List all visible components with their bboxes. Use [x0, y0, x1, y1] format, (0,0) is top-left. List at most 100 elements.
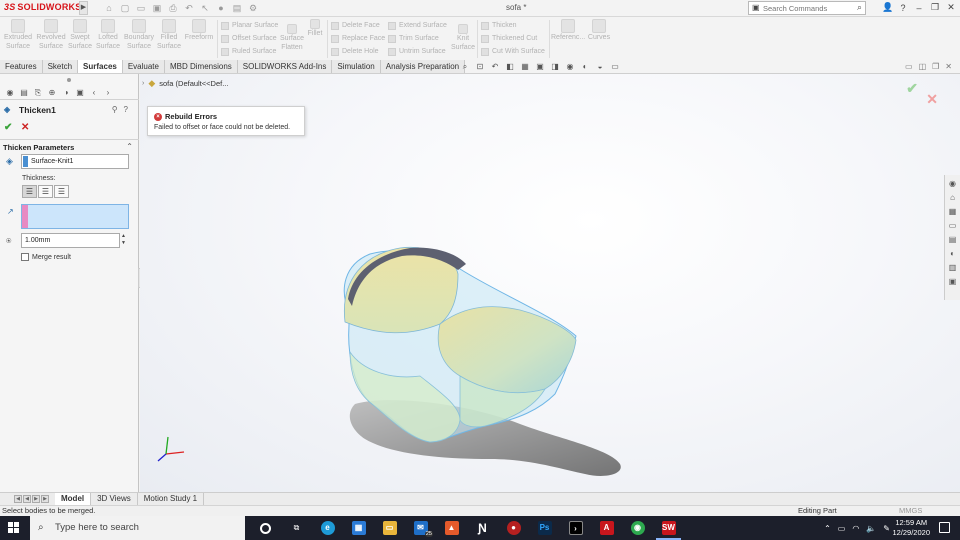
first-tab-arrow-icon[interactable]: ◀	[14, 495, 22, 503]
save-icon[interactable]: ▣	[152, 3, 162, 13]
prev-tab-arrow-icon[interactable]: ◀	[23, 495, 31, 503]
solidworks-taskbar-icon[interactable]: SW	[653, 516, 684, 540]
design-library-icon[interactable]: ⌂	[947, 192, 958, 203]
search-scope-icon[interactable]: ▣	[752, 3, 760, 12]
cortana-icon[interactable]	[250, 516, 281, 540]
close-icon[interactable]: ✕	[946, 2, 956, 13]
solidworks-resources-icon[interactable]: ◉	[947, 178, 958, 189]
ok-checkmark-button[interactable]: ✔	[4, 122, 12, 133]
tab-simulation[interactable]: Simulation	[332, 60, 381, 74]
racing-app-icon[interactable]: ●	[498, 516, 529, 540]
notification-center-icon[interactable]	[939, 522, 950, 533]
extruded-surface-button[interactable]: Extruded Surface	[3, 19, 33, 51]
search-commands-input[interactable]	[749, 2, 847, 14]
tab-motion-study-1[interactable]: Motion Study 1	[138, 493, 205, 505]
viewport-restore-icon[interactable]: ❐	[932, 62, 939, 71]
menu-expand-arrow-icon[interactable]: ▶	[79, 1, 88, 15]
pen-icon[interactable]: ✎	[883, 524, 890, 533]
thicken-button[interactable]: Thicken	[481, 20, 517, 32]
rebuild-icon[interactable]: ●	[216, 3, 226, 13]
options-gear-icon[interactable]: ⚙	[248, 3, 258, 13]
user-icon[interactable]: 👤	[882, 2, 893, 13]
next-tab-arrow-icon[interactable]: ▶	[32, 495, 40, 503]
tab-features[interactable]: Features	[0, 60, 43, 74]
appearances-scenes-icon[interactable]: ◐	[947, 248, 958, 259]
battery-icon[interactable]: ▭	[838, 524, 846, 533]
undo-icon[interactable]: ↶	[184, 3, 194, 13]
forum-icon[interactable]: ▣	[947, 276, 958, 287]
section-view-icon[interactable]: ◧	[505, 62, 515, 72]
tab-prev-arrow-icon[interactable]: ‹	[88, 87, 100, 99]
help-icon[interactable]: ?	[898, 3, 908, 13]
print-icon[interactable]: ⎙	[168, 3, 178, 13]
open-folder-icon[interactable]: ▭	[136, 3, 146, 13]
previous-view-icon[interactable]: ↶	[490, 62, 500, 72]
curves-button[interactable]: Curves	[584, 19, 614, 43]
tray-expand-icon[interactable]: ⌃	[824, 524, 831, 533]
wifi-icon[interactable]: ◠	[852, 524, 859, 533]
view-orientation-icon[interactable]: ▣	[535, 62, 545, 72]
viewport-minimize-icon[interactable]: ▭	[905, 62, 913, 71]
home-icon[interactable]: ⌂	[104, 3, 114, 13]
tab-surfaces[interactable]: Surfaces	[78, 60, 123, 74]
extend-surface-button[interactable]: Extend Surface	[388, 20, 447, 32]
new-document-icon[interactable]: ▢	[120, 3, 130, 13]
thickened-cut-button[interactable]: Thickened Cut	[481, 33, 537, 45]
thickness-input[interactable]: 1.00mm	[21, 233, 120, 248]
apply-scene-icon[interactable]: ◒	[595, 62, 605, 72]
task-view-icon[interactable]: ⧉	[281, 516, 312, 540]
faces-to-remove-field[interactable]	[21, 204, 129, 229]
microsoft-store-icon[interactable]: ▦	[343, 516, 374, 540]
trim-surface-button[interactable]: Trim Surface	[388, 33, 439, 45]
file-explorer-icon[interactable]: ▭	[374, 516, 405, 540]
delete-hole-button[interactable]: Delete Hole	[331, 46, 379, 58]
fillet-button[interactable]: Fillet	[302, 19, 328, 39]
edit-appearance-icon[interactable]: ◐	[580, 62, 590, 72]
tab-evaluate[interactable]: Evaluate	[122, 60, 165, 74]
display-style-icon[interactable]: ◨	[550, 62, 560, 72]
file-explorer-icon[interactable]: ▦	[947, 206, 958, 217]
sofa-model[interactable]	[140, 74, 960, 492]
cut-with-surface-button[interactable]: Cut With Surface	[481, 46, 545, 58]
solidworks-logo[interactable]: 3S SOLIDWORKS	[4, 2, 81, 12]
revolved-surface-button[interactable]: Revolved Surface	[36, 19, 66, 51]
merge-result-option[interactable]: Merge result	[21, 253, 71, 261]
thicken-side1-icon[interactable]: ☰	[22, 185, 37, 198]
reference-geometry-button[interactable]: Referenc...	[551, 19, 585, 43]
thicken-both-sides-icon[interactable]: ☰	[38, 185, 53, 198]
tab-3d-views[interactable]: 3D Views	[91, 493, 138, 505]
delete-face-button[interactable]: Delete Face	[331, 20, 380, 32]
feature-manager-tab-icon[interactable]: ◉	[4, 87, 16, 99]
boundary-surface-button[interactable]: Boundary Surface	[122, 19, 156, 51]
view-palette-icon[interactable]: ▭	[947, 220, 958, 231]
hide-show-items-icon[interactable]: ◉	[565, 62, 575, 72]
taskbar-clock[interactable]: 12:59 AM 12/29/2020	[892, 518, 930, 538]
graphics-area[interactable]: › ◆ sofa (Default<<Def... × Rebuild Erro…	[140, 74, 960, 492]
volume-icon[interactable]: 🔈	[866, 524, 876, 533]
collapse-caret-icon[interactable]: ⌃	[126, 142, 133, 151]
zoom-to-fit-icon[interactable]: ⌕	[460, 62, 470, 72]
search-commands-box[interactable]: ▣ ⌕	[748, 1, 866, 15]
tab-model[interactable]: Model	[55, 493, 92, 505]
freeform-button[interactable]: Freeform	[184, 19, 214, 43]
mail-icon[interactable]: ✉ 25	[405, 516, 436, 540]
onshape-app-icon[interactable]: Ɲ	[467, 516, 498, 540]
tab-solidworks-add-ins[interactable]: SOLIDWORKS Add-Ins	[237, 60, 333, 74]
search-icon[interactable]: ⌕	[857, 2, 862, 13]
tab-next-arrow-icon[interactable]: ›	[102, 87, 114, 99]
tab-mbd-dimensions[interactable]: MBD Dimensions	[164, 60, 238, 74]
unit-system-button[interactable]: MMGS	[899, 506, 922, 516]
taskbar-search-box[interactable]: ⌕ Type here to search	[30, 516, 245, 540]
knit-surface-button[interactable]: Knit Surface	[450, 24, 476, 52]
thicken-side2-icon[interactable]: ☰	[54, 185, 69, 198]
surface-selection-field[interactable]: Surface-Knit1	[21, 154, 129, 169]
replace-face-button[interactable]: Replace Face	[331, 33, 385, 45]
thickness-spinner[interactable]: ▲ ▼	[120, 233, 127, 248]
chrome-icon[interactable]: ◉	[622, 516, 653, 540]
untrim-surface-button[interactable]: Untrim Surface	[388, 46, 446, 58]
resize-handle[interactable]	[67, 78, 71, 82]
last-tab-arrow-icon[interactable]: ▶	[41, 495, 49, 503]
view-settings-icon[interactable]: ▭	[610, 62, 620, 72]
viewport-close-icon[interactable]: ✕	[945, 62, 952, 71]
select-icon[interactable]: ↖	[200, 3, 210, 13]
